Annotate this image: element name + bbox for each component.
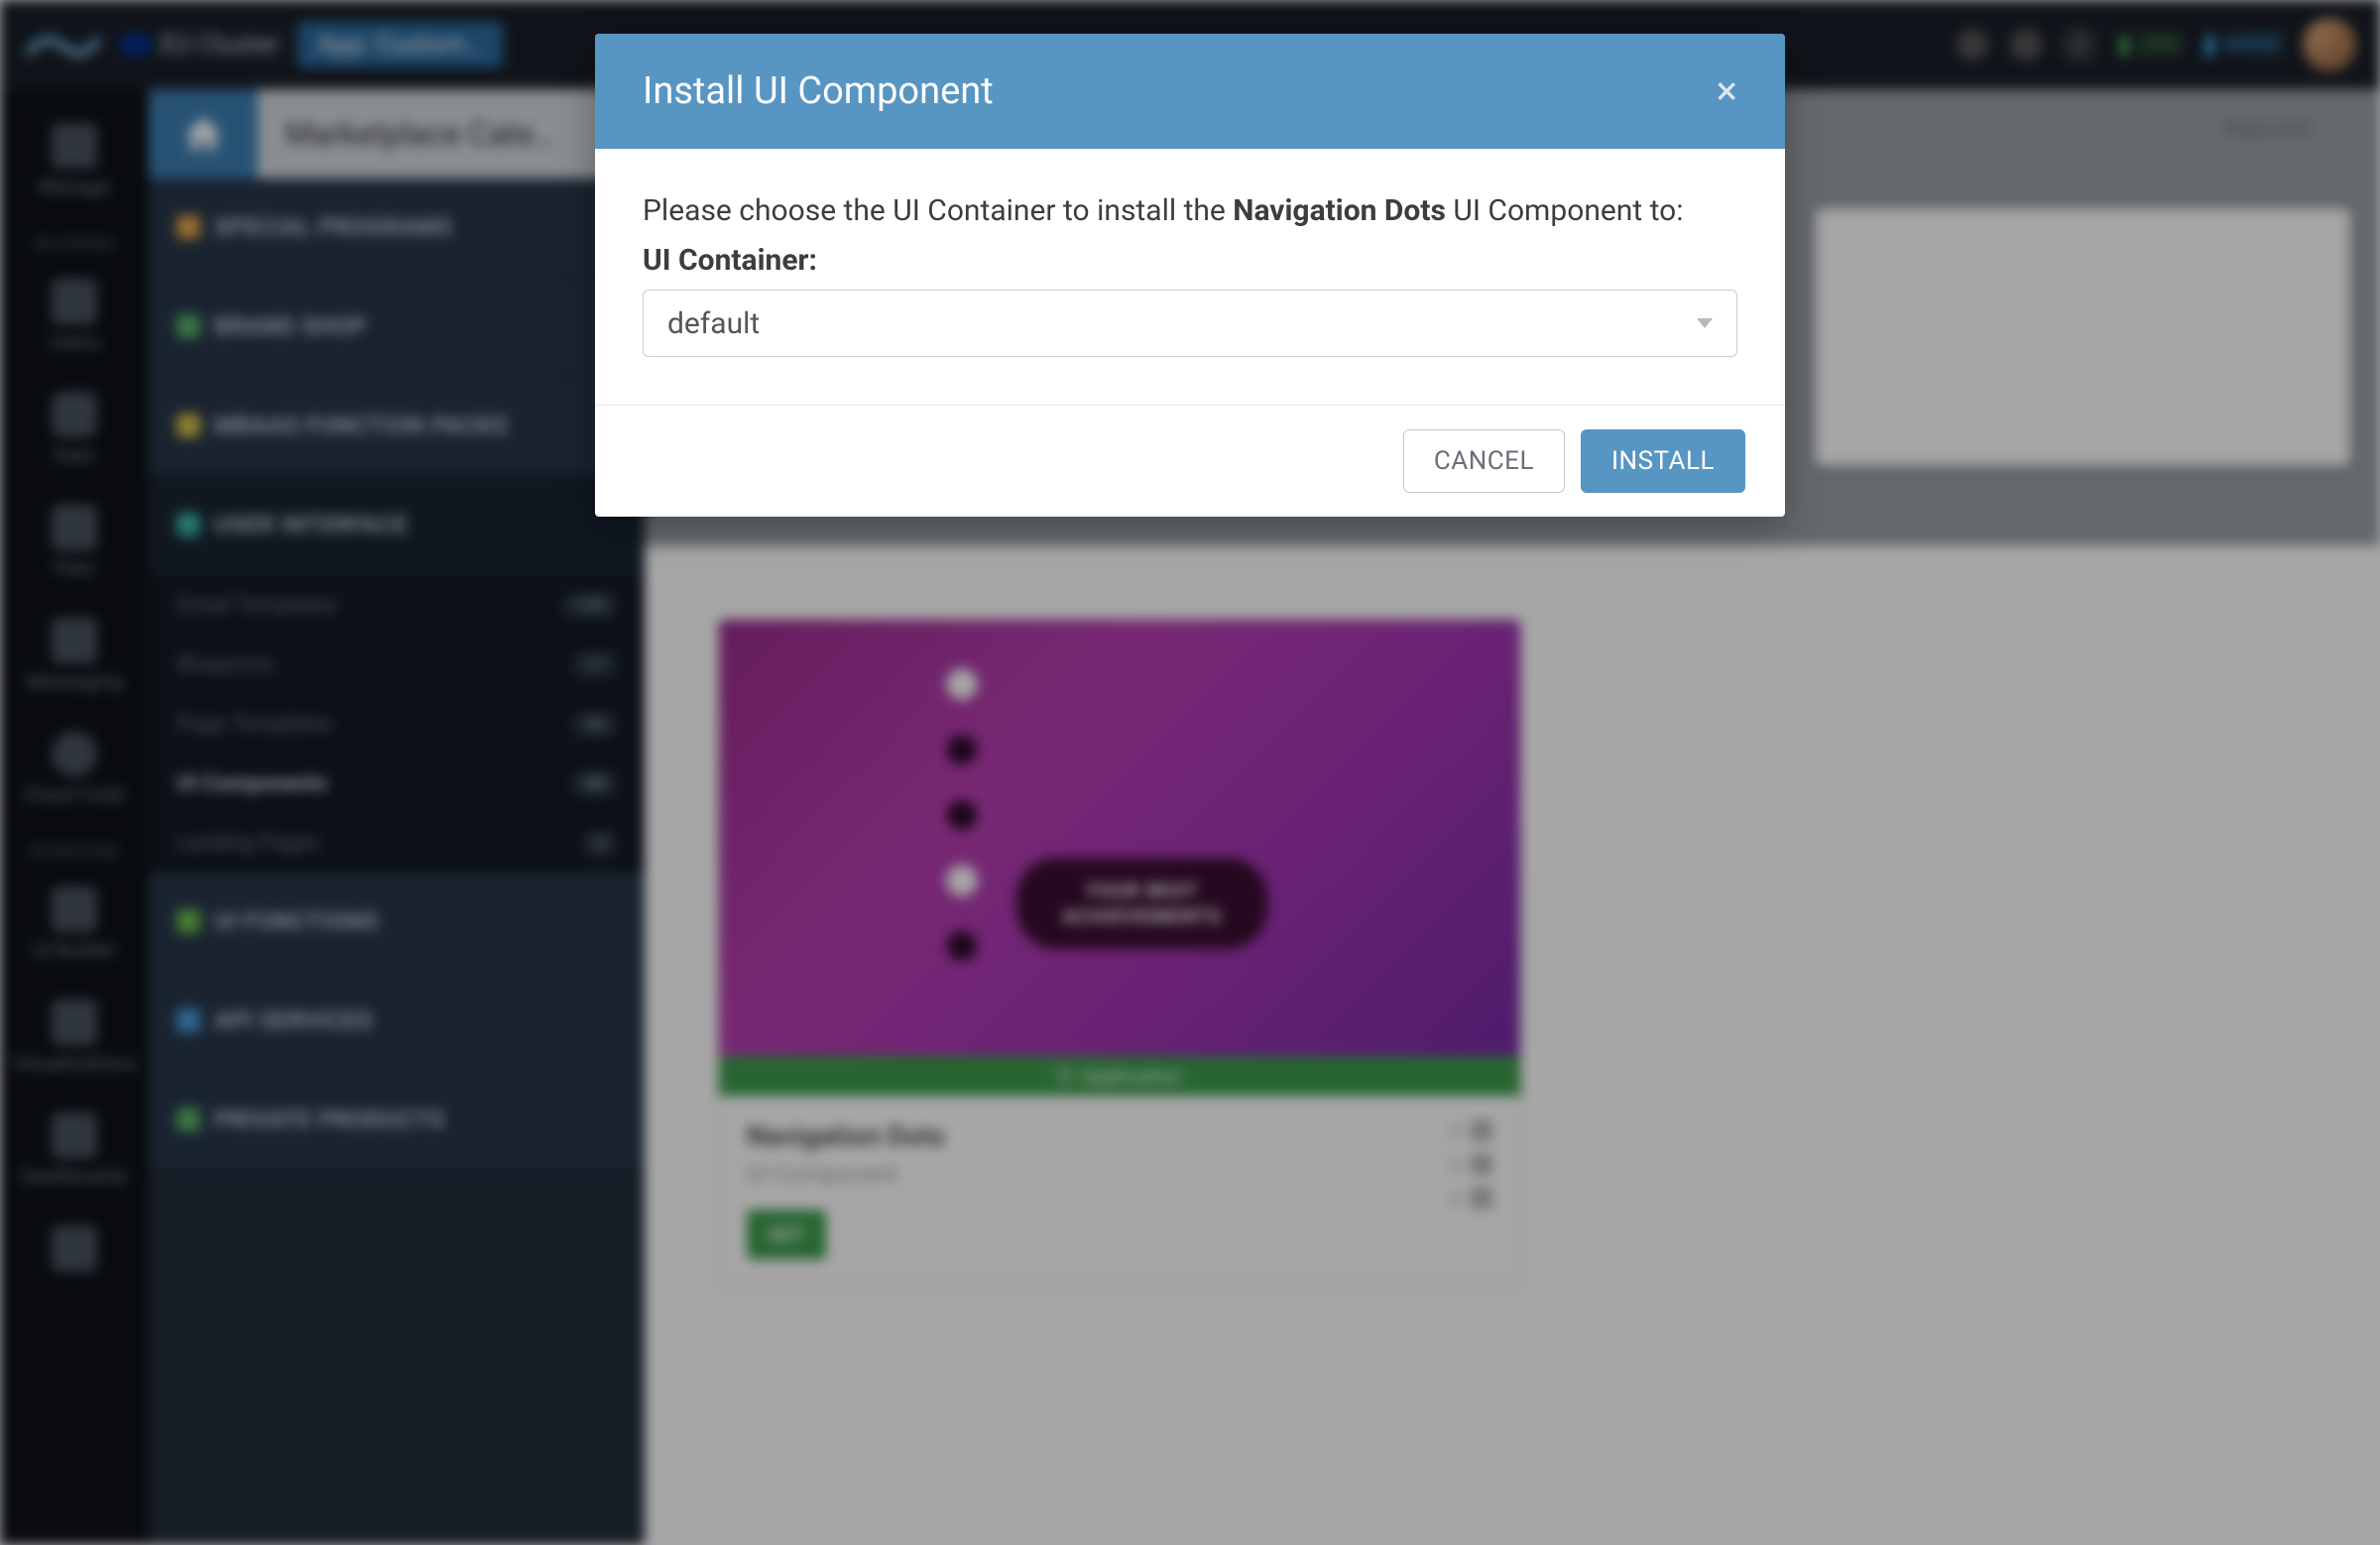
modal-body: Please choose the UI Container to instal… <box>595 149 1785 405</box>
modal-header: Install UI Component × <box>595 34 1785 149</box>
select-value: default <box>667 306 760 341</box>
ui-container-label: UI Container: <box>643 243 1737 278</box>
modal-title: Install UI Component <box>643 69 994 113</box>
chevron-down-icon <box>1697 318 1713 328</box>
modal-footer: CANCEL INSTALL <box>595 405 1785 517</box>
ui-container-select[interactable]: default <box>643 290 1737 357</box>
component-name: Navigation Dots <box>1233 193 1446 228</box>
install-button[interactable]: INSTALL <box>1581 429 1745 493</box>
close-icon[interactable]: × <box>1717 71 1737 111</box>
modal-description: Please choose the UI Container to instal… <box>643 188 1737 233</box>
install-ui-component-modal: Install UI Component × Please choose the… <box>595 34 1785 517</box>
cancel-button[interactable]: CANCEL <box>1403 429 1565 493</box>
